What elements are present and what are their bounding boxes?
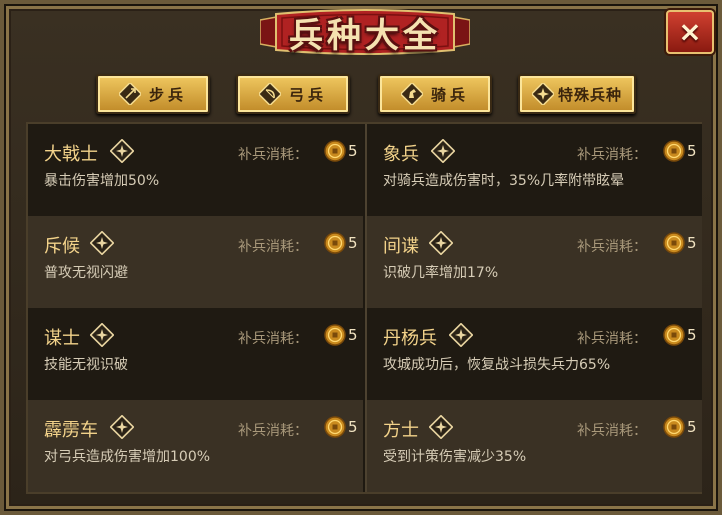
coin-icon	[663, 416, 685, 438]
unit-card[interactable]: 间谍 补兵消耗： 5 识破几率增加17%	[367, 216, 702, 308]
coin-icon	[324, 324, 346, 346]
unit-description: 对弓兵造成伤害增加100%	[44, 449, 211, 465]
tab-special-units[interactable]: 特殊兵种	[518, 74, 636, 114]
cost-label: 补兵消耗：	[577, 331, 647, 347]
special-badge-icon	[429, 415, 453, 439]
unit-description: 识破几率增加17%	[383, 265, 499, 281]
spear-icon	[118, 83, 141, 105]
tab-archers[interactable]: 弓兵	[236, 74, 350, 114]
unit-description: 受到计策伤害减少35%	[383, 449, 527, 465]
unit-name: 斥候	[44, 236, 80, 257]
cost-label: 补兵消耗：	[238, 423, 308, 439]
unit-name: 谋士	[44, 328, 80, 349]
special-badge-icon	[90, 323, 114, 347]
cost-label: 补兵消耗：	[577, 147, 647, 163]
special-badge-icon	[431, 139, 455, 163]
coin-icon	[324, 232, 346, 254]
tab-cavalry[interactable]: 骑兵	[378, 74, 492, 114]
special-badge-icon	[429, 231, 453, 255]
tab-infantry[interactable]: 步兵	[96, 74, 210, 114]
unit-card[interactable]: 霹雳车 补兵消耗： 5 对弓兵造成伤害增加100%	[28, 400, 363, 492]
star-icon	[531, 83, 554, 105]
cost-value: 5	[348, 234, 358, 252]
close-button[interactable]: ×	[666, 10, 714, 54]
coin-icon	[324, 140, 346, 162]
special-badge-icon	[449, 323, 473, 347]
cost-label: 补兵消耗：	[577, 239, 647, 255]
unit-card[interactable]: 象兵 补兵消耗： 5 对骑兵造成伤害时，35%几率附带眩晕	[367, 124, 702, 216]
coin-icon	[663, 140, 685, 162]
cost-value: 5	[348, 418, 358, 436]
unit-description: 技能无视识破	[44, 357, 128, 373]
coin-icon	[663, 232, 685, 254]
tab-label: 特殊兵种	[557, 85, 622, 104]
special-badge-icon	[110, 139, 134, 163]
unit-card[interactable]: 丹杨兵 补兵消耗： 5 攻城成功后，恢复战斗损失兵力65%	[367, 308, 702, 400]
unit-name: 象兵	[383, 144, 419, 165]
unit-description: 普攻无视闪避	[44, 265, 128, 281]
cost-value: 5	[687, 326, 697, 344]
unit-name: 间谍	[383, 236, 419, 257]
bow-icon	[258, 83, 281, 105]
unit-encyclopedia-window: 兵种大全 × 步兵 弓兵 骑兵 特殊兵种 大戟士 补兵消耗： 5 暴击伤害增加5…	[0, 0, 722, 515]
horse-icon	[400, 83, 423, 105]
cost-value: 5	[348, 142, 358, 160]
unit-card[interactable]: 大戟士 补兵消耗： 5 暴击伤害增加50%	[28, 124, 363, 216]
page-title: 兵种大全	[289, 15, 441, 56]
unit-name: 丹杨兵	[383, 328, 437, 349]
special-badge-icon	[90, 231, 114, 255]
cost-label: 补兵消耗：	[238, 331, 308, 347]
special-badge-icon	[110, 415, 134, 439]
unit-description: 攻城成功后，恢复战斗损失兵力65%	[383, 357, 611, 373]
title-banner: 兵种大全	[260, 6, 470, 58]
tab-label: 弓兵	[288, 85, 327, 104]
tab-label: 骑兵	[430, 85, 469, 104]
cost-value: 5	[348, 326, 358, 344]
unit-card[interactable]: 斥候 补兵消耗： 5 普攻无视闪避	[28, 216, 363, 308]
close-icon: ×	[678, 15, 702, 48]
unit-name: 霹雳车	[44, 420, 98, 441]
unit-description: 暴击伤害增加50%	[44, 173, 160, 189]
cost-value: 5	[687, 234, 697, 252]
unit-description: 对骑兵造成伤害时，35%几率附带眩晕	[383, 173, 625, 189]
coin-icon	[663, 324, 685, 346]
cost-value: 5	[687, 418, 697, 436]
unit-name: 方士	[383, 420, 419, 441]
cost-label: 补兵消耗：	[238, 239, 308, 255]
unit-list-panel: 大戟士 补兵消耗： 5 暴击伤害增加50% 象兵 补兵消耗： 5 对骑兵造成伤害…	[26, 122, 702, 494]
cost-label: 补兵消耗：	[577, 423, 647, 439]
tab-label: 步兵	[148, 85, 187, 104]
coin-icon	[324, 416, 346, 438]
cost-label: 补兵消耗：	[238, 147, 308, 163]
unit-card[interactable]: 方士 补兵消耗： 5 受到计策伤害减少35%	[367, 400, 702, 492]
cost-value: 5	[687, 142, 697, 160]
unit-name: 大戟士	[44, 144, 98, 165]
unit-card[interactable]: 谋士 补兵消耗： 5 技能无视识破	[28, 308, 363, 400]
